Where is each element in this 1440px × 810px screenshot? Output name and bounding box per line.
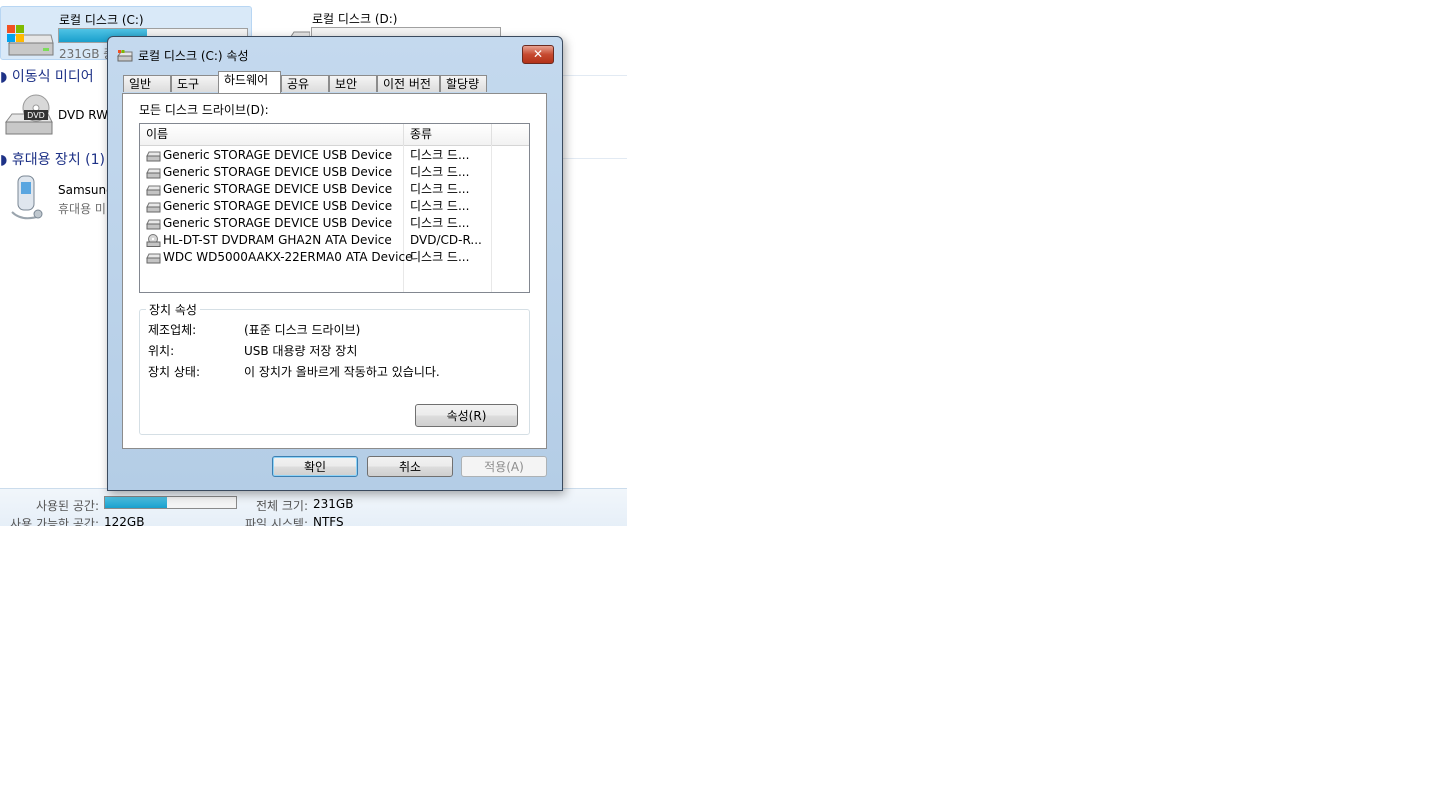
device-row[interactable]: Generic STORAGE DEVICE USB Device 디스크 드..…: [140, 164, 529, 181]
device-row[interactable]: WDC WD5000AAKX-22ERMA0 ATA Device 디스크 드..…: [140, 249, 529, 266]
manufacturer-value: (표준 디스크 드라이브): [244, 323, 361, 337]
device-list[interactable]: 이름 종류 Generic STORAGE DEVICE USB Device 디…: [139, 123, 530, 293]
apply-button[interactable]: 적용(A): [461, 456, 547, 477]
device-list-header: 이름 종류: [140, 124, 529, 146]
column-name[interactable]: 이름: [140, 124, 404, 145]
column-type[interactable]: 종류: [404, 124, 492, 145]
device-type: 디스크 드...: [410, 182, 470, 196]
drive-d-name: 로컬 디스크 (D:): [312, 12, 398, 26]
total-size-label: 전체 크기:: [255, 499, 308, 513]
device-name: WDC WD5000AAKX-22ERMA0 ATA Device: [163, 250, 413, 264]
dialog-title: 로컬 디스크 (C:) 속성: [138, 49, 249, 63]
device-row[interactable]: Generic STORAGE DEVICE USB Device 디스크 드..…: [140, 147, 529, 164]
device-properties-title: 장치 속성: [146, 301, 200, 318]
tab-general[interactable]: 일반: [123, 75, 171, 92]
tab-previous-versions[interactable]: 이전 버전: [377, 75, 440, 92]
free-space-value: 122GB: [104, 515, 145, 526]
device-type: 디스크 드...: [410, 199, 470, 213]
device-row[interactable]: Generic STORAGE DEVICE USB Device 디스크 드..…: [140, 215, 529, 232]
device-row[interactable]: Generic STORAGE DEVICE USB Device 디스크 드..…: [140, 198, 529, 215]
samsung-subtitle: 휴대용 미: [58, 202, 106, 216]
tab-quota[interactable]: 할당량: [440, 75, 487, 92]
properties-dialog: 로컬 디스크 (C:) 속성 ✕ 일반 도구 하드웨어 공유 보안 이전 버전 …: [107, 36, 563, 491]
close-button[interactable]: ✕: [522, 45, 554, 64]
used-space-label: 사용된 공간:: [35, 499, 99, 513]
tab-tools[interactable]: 도구: [171, 75, 219, 92]
device-name: Generic STORAGE DEVICE USB Device: [163, 199, 393, 213]
device-properties-group: 장치 속성 제조업체: (표준 디스크 드라이브) 위치: USB 대용량 저장…: [139, 301, 530, 435]
file-system-value: NTFS: [313, 515, 344, 526]
location-value: USB 대용량 저장 장치: [244, 344, 358, 358]
device-type: 디스크 드...: [410, 165, 470, 179]
svg-text:DVD: DVD: [27, 111, 45, 120]
all-drives-label: 모든 디스크 드라이브(D):: [139, 103, 269, 117]
group-portable-heading[interactable]: ◗ 휴대용 장치 (1): [0, 149, 105, 169]
group-removable-heading[interactable]: ◗ 이동식 미디어: [0, 66, 94, 86]
manufacturer-label: 제조업체:: [148, 323, 197, 337]
properties-button[interactable]: 속성(R): [415, 404, 518, 427]
device-name: Generic STORAGE DEVICE USB Device: [163, 148, 393, 162]
device-type: 디스크 드...: [410, 148, 470, 162]
hardware-panel: 모든 디스크 드라이브(D): 이름 종류 Generic STORAGE DE…: [122, 93, 547, 449]
total-size-value: 231GB: [313, 497, 354, 511]
free-space-label: 사용 가능한 공간:: [10, 517, 99, 526]
device-status-value: 이 장치가 올바르게 작동하고 있습니다.: [244, 365, 440, 379]
tab-sharing[interactable]: 공유: [281, 75, 329, 92]
tab-hardware[interactable]: 하드웨어: [218, 71, 281, 93]
cancel-button[interactable]: 취소: [367, 456, 453, 477]
device-row[interactable]: HL-DT-ST DVDRAM GHA2N ATA Device DVD/CD-R…: [140, 232, 529, 249]
device-row[interactable]: Generic STORAGE DEVICE USB Device 디스크 드..…: [140, 181, 529, 198]
phone-icon: [11, 175, 43, 220]
device-name: Generic STORAGE DEVICE USB Device: [163, 216, 393, 230]
expand-arrow-icon: ◗: [0, 152, 8, 168]
device-type: 디스크 드...: [410, 216, 470, 230]
dvd-rw-name: DVD RW: [58, 108, 109, 122]
used-space-fill: [105, 497, 167, 508]
device-name: Generic STORAGE DEVICE USB Device: [163, 182, 393, 196]
location-label: 위치:: [148, 344, 175, 358]
dvd-drive-icon: DVD: [5, 94, 53, 135]
details-pane: 사용된 공간: 사용 가능한 공간: 122GB 전체 크기: 231GB 파일…: [0, 488, 627, 526]
windows-drive-icon: [7, 25, 54, 56]
drive-c-name: 로컬 디스크 (C:): [59, 13, 144, 27]
ok-button[interactable]: 확인: [272, 456, 358, 477]
drive-c-free-text: 231GB 중: [59, 47, 115, 61]
device-type: 디스크 드...: [410, 250, 470, 264]
expand-arrow-icon: ◗: [0, 69, 8, 85]
tab-security[interactable]: 보안: [329, 75, 377, 92]
device-status-label: 장치 상태:: [148, 365, 201, 379]
device-name: HL-DT-ST DVDRAM GHA2N ATA Device: [163, 233, 392, 247]
drive-title-icon: [117, 50, 133, 62]
samsung-name: Samsung: [58, 183, 114, 197]
close-icon: ✕: [532, 47, 544, 61]
column-filler: [492, 124, 529, 145]
device-type: DVD/CD-R...: [410, 233, 482, 247]
device-name: Generic STORAGE DEVICE USB Device: [163, 165, 393, 179]
file-system-label: 파일 시스템:: [244, 517, 308, 526]
